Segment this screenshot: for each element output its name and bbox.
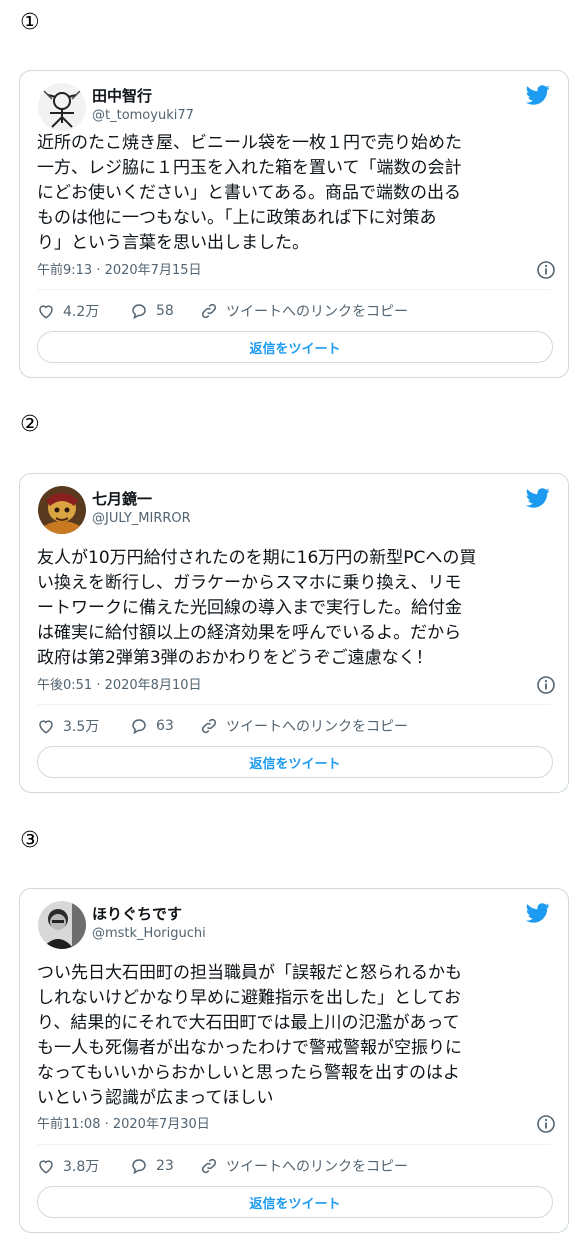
tweet-text-line: ものは他に一つもない。「上に政策あれば下に対策あ (37, 208, 437, 228)
divider (37, 289, 551, 290)
tweet-text: 近所のたこ焼き屋、ビニール袋を一枚１円で売り始めた 一方、レジ脇に１円玉を入れた… (37, 131, 559, 256)
author-handle[interactable]: @mstk_Horiguchi (92, 925, 206, 942)
tweet-text: つい先日大石田町の担当職員が「誤報だと怒られるかも しれないけどかなり早めに避難… (37, 961, 559, 1111)
tweet-text-line: ートワークに備えた光回線の導入まで実行した。給付金 (37, 598, 462, 618)
heart-icon (39, 1160, 53, 1174)
copy-link-button[interactable]: ツイートへのリンクをコピー (200, 1155, 408, 1177)
tweet-timestamp[interactable]: 午前9:13 · 2020年7月15日 (37, 262, 202, 280)
divider (37, 1144, 551, 1145)
like-count: 3.8万 (63, 1159, 100, 1175)
reply-count: 58 (156, 303, 174, 319)
tweet-actions: 4.2万 58 ツイートへのリンクをコピー (37, 300, 553, 322)
divider (37, 704, 551, 705)
like-button[interactable]: 3.8万 (37, 1155, 99, 1177)
copy-link-label: ツイートへのリンクをコピー (226, 304, 408, 320)
like-button[interactable]: 4.2万 (37, 300, 99, 322)
tweet-number-1: ① (20, 10, 40, 35)
tweet-text-line: なってもいいからおかしいと思ったら警報を出すのはよ (37, 1063, 460, 1083)
reply-icon (132, 304, 146, 320)
author-handle[interactable]: @JULY_MIRROR (92, 510, 191, 527)
tweet-card-2: 七月鏡一 @JULY_MIRROR 友人が10万円給付されたのを期に16万円の新… (19, 473, 569, 793)
author-name[interactable]: 七月鏡一 (92, 490, 152, 509)
tweet-text-line: 政府は第2弾第3弾のおかわりをどうぞご遠慮なく！ (37, 648, 433, 668)
reply-count: 23 (156, 1158, 174, 1174)
like-button[interactable]: 3.5万 (37, 715, 99, 737)
tweet-card-3: ほりぐちです @mstk_Horiguchi つい先日大石田町の担当職員が「誤報… (19, 888, 569, 1233)
tweet-text-line: り」という言葉を思い出しました。 (37, 233, 309, 253)
copy-link-label: ツイートへのリンクをコピー (226, 1159, 408, 1175)
info-icon[interactable] (536, 260, 556, 280)
tweet-timestamp[interactable]: 午後0:51 · 2020年8月10日 (37, 677, 202, 695)
tweet-text-line: 一方、レジ脇に１円玉を入れた箱を置いて「端数の会計 (37, 158, 462, 178)
tweet-timestamp[interactable]: 午前11:08 · 2020年7月30日 (37, 1116, 210, 1134)
twitter-bird-icon[interactable] (526, 901, 550, 925)
tweet-number-3: ③ (20, 828, 40, 853)
tweet-text-line: も一人も死傷者が出なかったわけで警戒警報が空振りに (37, 1038, 462, 1058)
copy-link-button[interactable]: ツイートへのリンクをコピー (200, 300, 408, 322)
twitter-bird-icon[interactable] (526, 83, 550, 107)
reply-icon (132, 1159, 146, 1175)
avatar[interactable] (38, 486, 86, 534)
tweet-text-line: は確実に給付額以上の経済効果を呼んでいるよ。だから (37, 623, 462, 643)
tweet-text: 友人が10万円給付されたのを期に16万円の新型PCへの買 い換えを断行し、ガラケ… (37, 546, 559, 671)
info-icon[interactable] (536, 1114, 556, 1134)
twitter-bird-icon[interactable] (526, 486, 550, 510)
info-icon[interactable] (536, 675, 556, 695)
like-count: 3.5万 (63, 719, 100, 735)
reply-tweet-button[interactable]: 返信をツイート (37, 331, 553, 363)
reply-count: 63 (156, 718, 174, 734)
tweet-text-line: にどお使いください」と書いてある。商品で端数の出る (37, 183, 461, 203)
tweet-card-1: 田中智行 @t_tomoyuki77 近所のたこ焼き屋、ビニール袋を一枚１円で売… (19, 70, 569, 378)
tweet-text-line: 近所のたこ焼き屋、ビニール袋を一枚１円で売り始めた (37, 133, 462, 153)
link-icon (201, 303, 217, 319)
tweet-text-line: 友人が10万円給付されたのを期に16万円の新型PCへの買 (37, 548, 477, 568)
tweet-actions: 3.8万 23 ツイートへのリンクをコピー (37, 1155, 553, 1177)
reply-count-button[interactable]: 58 (130, 300, 174, 322)
author-name[interactable]: ほりぐちです (92, 905, 182, 924)
heart-icon (39, 305, 53, 319)
avatar[interactable] (38, 83, 86, 131)
copy-link-button[interactable]: ツイートへのリンクをコピー (200, 715, 408, 737)
heart-icon (39, 720, 53, 734)
tweet-text-line: り、結果的にそれで大石田町では最上川の氾濫があって (37, 1013, 460, 1033)
link-icon (201, 1158, 217, 1174)
reply-count-button[interactable]: 23 (130, 1155, 174, 1177)
avatar[interactable] (38, 901, 86, 949)
author-handle[interactable]: @t_tomoyuki77 (92, 107, 194, 124)
reply-count-button[interactable]: 63 (130, 715, 174, 737)
reply-tweet-button[interactable]: 返信をツイート (37, 746, 553, 778)
tweet-text-line: つい先日大石田町の担当職員が「誤報だと怒られるかも (37, 963, 462, 983)
like-count: 4.2万 (63, 304, 100, 320)
copy-link-label: ツイートへのリンクをコピー (226, 719, 408, 735)
author-name[interactable]: 田中智行 (92, 87, 152, 106)
tweet-text-line: いという認識が広まってほしい (37, 1088, 274, 1108)
link-icon (201, 718, 217, 734)
reply-tweet-button[interactable]: 返信をツイート (37, 1186, 553, 1218)
tweet-text-line: しれないけどかなり早めに避難指示を出した」としてお (37, 988, 461, 1008)
tweet-number-2: ② (20, 412, 40, 437)
tweet-actions: 3.5万 63 ツイートへのリンクをコピー (37, 715, 553, 737)
reply-icon (132, 719, 146, 735)
tweet-text-line: い換えを断行し、ガラケーからスマホに乗り換え、リモ (37, 573, 462, 593)
